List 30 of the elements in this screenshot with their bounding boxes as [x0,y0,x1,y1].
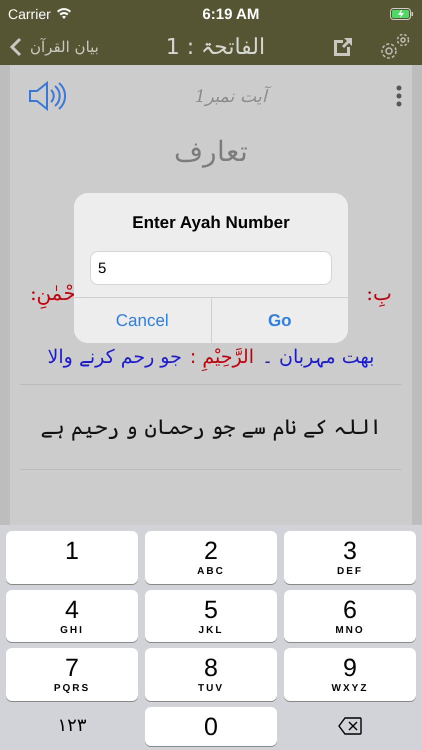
keypad-key[interactable]: 4 GHI [6,590,138,642]
keypad-key[interactable]: 9 WXYZ [284,648,416,700]
keypad-key[interactable]: 1 [6,531,138,584]
back-button[interactable]: بیان القرآن [30,38,99,56]
share-icon[interactable] [332,36,354,58]
battery-icon [390,8,414,20]
translation-text: اللہ کے نام سے جو رحمان و رحیم ہے [39,414,383,442]
keypad-key[interactable]: 8 TUV [145,648,277,700]
keypad-key[interactable]: 6 MNO [284,590,416,642]
section-heading: تعارف [173,135,249,168]
carrier-label: Carrier [8,6,51,22]
word-meaning: الرَّحِیْمِ : [190,344,254,370]
status-time: 6:19 AM [202,6,260,22]
arabic-text: بِ: [366,280,392,306]
keypad-key[interactable]: 5 JKL [145,590,277,642]
chevron-icon[interactable] [10,36,22,56]
wifi-icon [56,8,72,20]
ayah-number-field[interactable]: 5 [90,251,332,285]
speaker-icon[interactable] [28,81,66,111]
keypad-key[interactable]: 7 PQRS [6,648,138,700]
word-meaning: بهت مہربان ۔ [262,345,374,370]
dialog-title: Enter Ayah Number [131,212,291,234]
delete-icon[interactable] [338,717,362,736]
more-icon[interactable] [396,85,402,107]
word-meaning: جو رحم کرنے والا [48,345,182,370]
keypad-key[interactable]: 3 DEF [284,531,416,584]
nav-title: الفاتحۃ : 1 [164,34,266,60]
keypad-key[interactable]: 2 ABC [145,531,277,584]
keypad-key[interactable]: 0 [145,706,277,746]
numbers-key[interactable]: ١٢٣ [6,706,138,746]
